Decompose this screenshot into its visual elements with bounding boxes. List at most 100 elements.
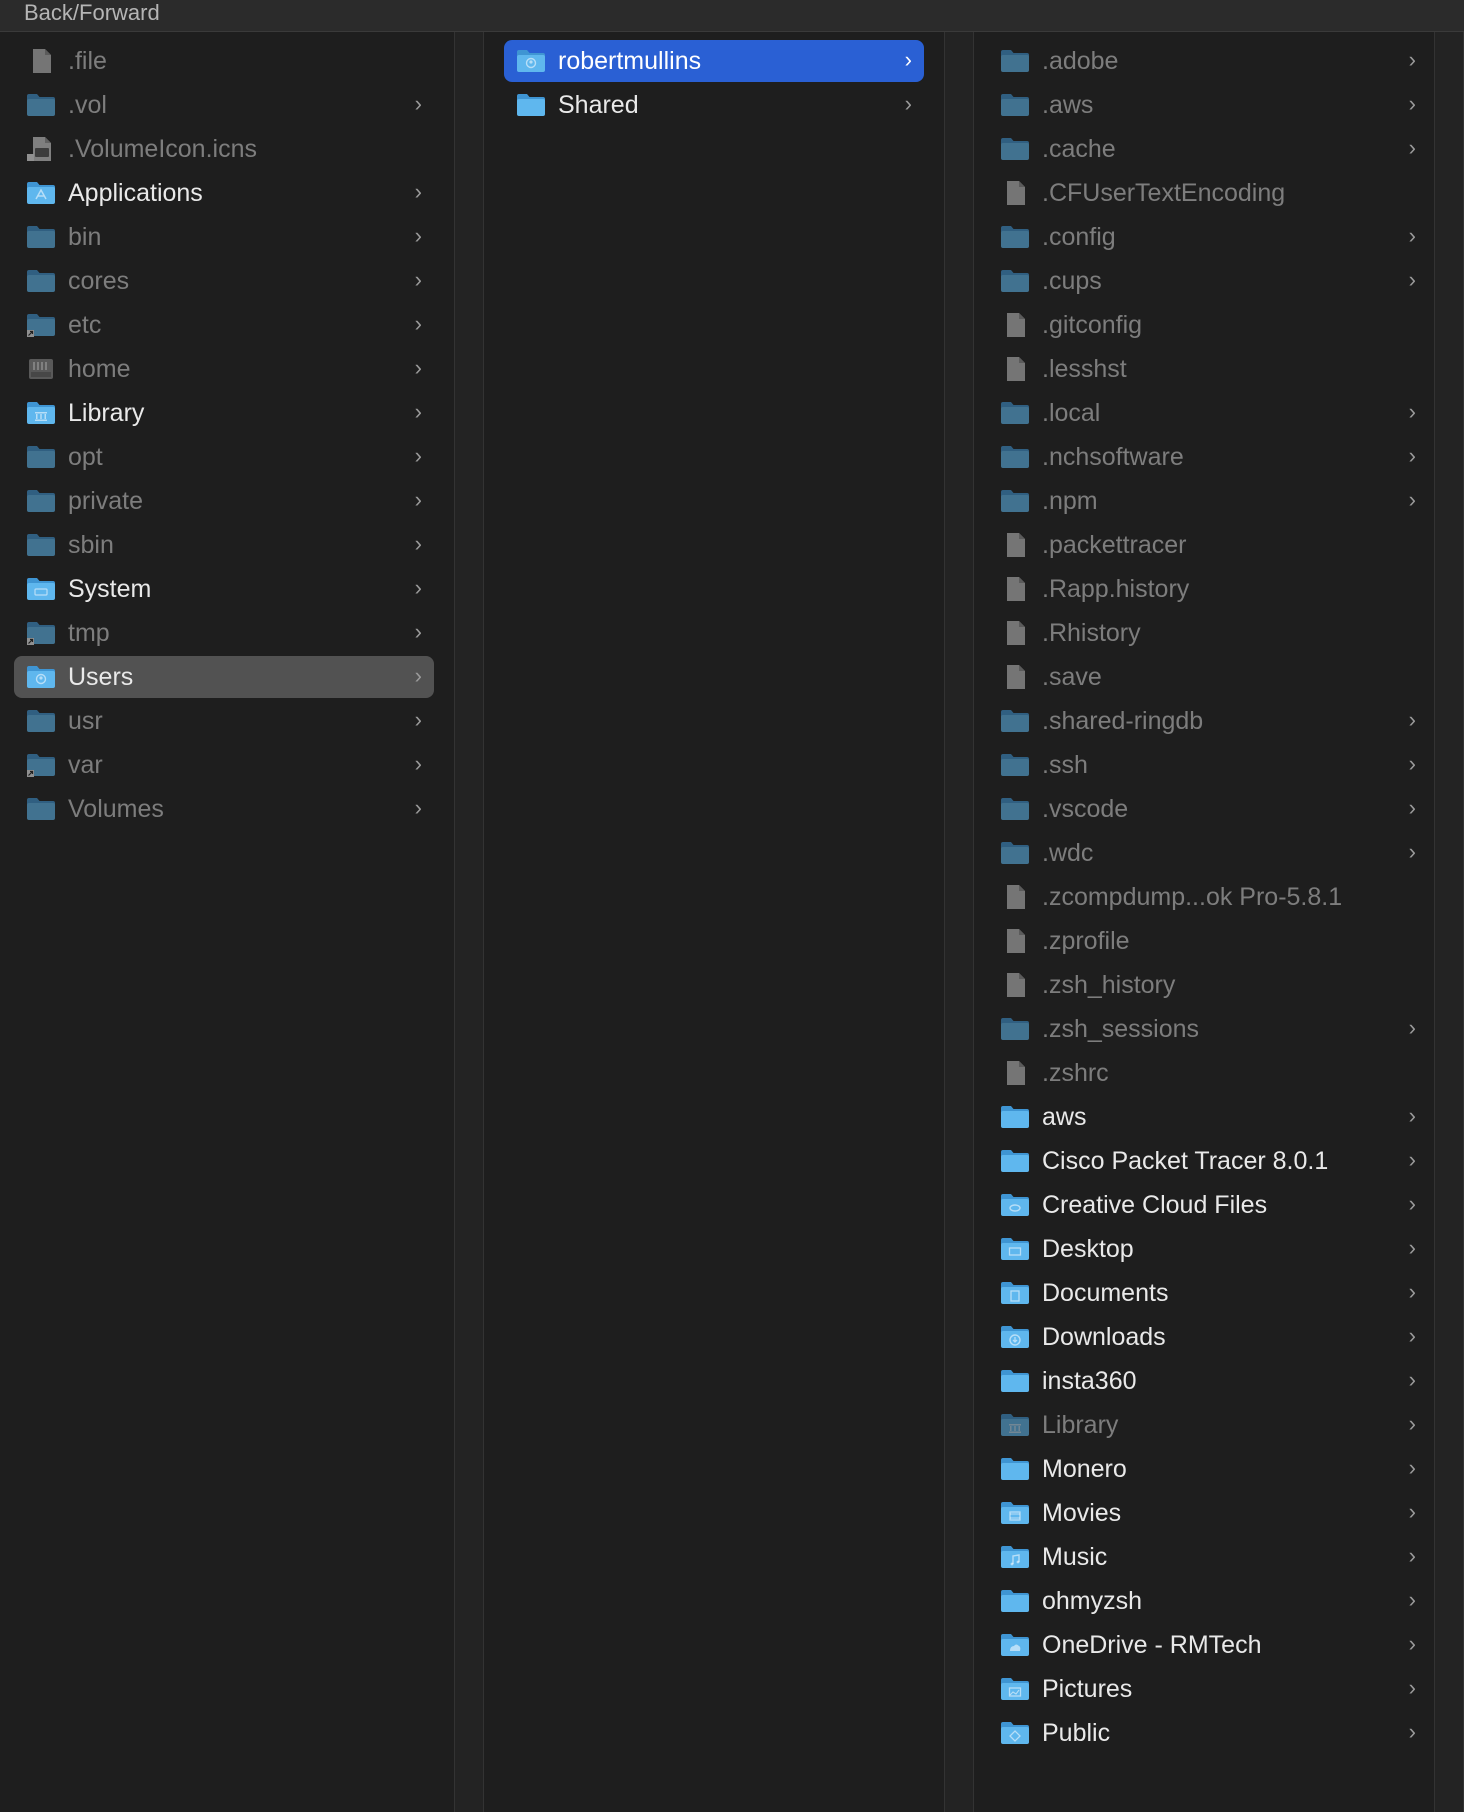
document-icon	[1000, 621, 1030, 645]
list-item-save[interactable]: .save	[988, 656, 1428, 698]
chevron-right-icon: ›	[1408, 1543, 1416, 1568]
public-folder-icon	[1000, 1721, 1030, 1745]
item-label: tmp	[68, 619, 110, 647]
folder-icon	[1000, 225, 1030, 249]
list-item-zsh-sessions[interactable]: .zsh_sessions ›	[988, 1008, 1428, 1050]
list-item-desktop[interactable]: Desktop ›	[988, 1228, 1428, 1270]
list-item-creative-cloud-files[interactable]: Creative Cloud Files ›	[988, 1184, 1428, 1226]
list-item-zcompdump-ok-pro-5-8-1[interactable]: .zcompdump...ok Pro-5.8.1	[988, 876, 1428, 918]
list-item-downloads[interactable]: Downloads ›	[988, 1316, 1428, 1358]
chevron-right-icon: ›	[1408, 47, 1416, 72]
item-label: Library	[1042, 1411, 1119, 1439]
chevron-right-icon: ›	[1408, 399, 1416, 424]
list-item-file[interactable]: .file	[14, 40, 434, 82]
list-item-ohmyzsh[interactable]: ohmyzsh ›	[988, 1580, 1428, 1622]
item-label: usr	[68, 707, 103, 735]
list-item-etc[interactable]: etc ›	[14, 304, 434, 346]
list-item-sbin[interactable]: sbin ›	[14, 524, 434, 566]
item-label: etc	[68, 311, 102, 339]
users-folder-icon	[26, 665, 56, 689]
list-item-lesshst[interactable]: .lesshst	[988, 348, 1428, 390]
list-item-nchsoftware[interactable]: .nchsoftware ›	[988, 436, 1428, 478]
list-item-cisco-packet-tracer-8-0-1[interactable]: Cisco Packet Tracer 8.0.1 ›	[988, 1140, 1428, 1182]
list-item-bin[interactable]: bin ›	[14, 216, 434, 258]
list-item-documents[interactable]: Documents ›	[988, 1272, 1428, 1314]
toolbar: Back/Forward	[0, 0, 1464, 32]
list-item-robertmullins[interactable]: robertmullins ›	[504, 40, 924, 82]
chevron-right-icon: ›	[1408, 751, 1416, 776]
list-item-pictures[interactable]: Pictures ›	[988, 1668, 1428, 1710]
list-item-zsh-history[interactable]: .zsh_history	[988, 964, 1428, 1006]
item-label: Volumes	[68, 795, 164, 823]
list-item-cups[interactable]: .cups ›	[988, 260, 1428, 302]
chevron-right-icon: ›	[1408, 1279, 1416, 1304]
chevron-right-icon: ›	[414, 619, 422, 644]
list-item-music[interactable]: Music ›	[988, 1536, 1428, 1578]
list-item-rhistory[interactable]: .Rhistory	[988, 612, 1428, 654]
list-item-local[interactable]: .local ›	[988, 392, 1428, 434]
list-item-shared[interactable]: Shared ›	[504, 84, 924, 126]
folder-icon	[26, 269, 56, 293]
list-item-wdc[interactable]: .wdc ›	[988, 832, 1428, 874]
back-forward-label[interactable]: Back/Forward	[24, 0, 160, 26]
list-item-volumes[interactable]: Volumes ›	[14, 788, 434, 830]
list-item-var[interactable]: var ›	[14, 744, 434, 786]
list-item-vscode[interactable]: .vscode ›	[988, 788, 1428, 830]
list-item-packettracer[interactable]: .packettracer	[988, 524, 1428, 566]
system-folder-icon	[26, 577, 56, 601]
list-item-tmp[interactable]: tmp ›	[14, 612, 434, 654]
list-item-zprofile[interactable]: .zprofile	[988, 920, 1428, 962]
list-item-movies[interactable]: Movies ›	[988, 1492, 1428, 1534]
list-item-system[interactable]: System ›	[14, 568, 434, 610]
list-item-rapp-history[interactable]: .Rapp.history	[988, 568, 1428, 610]
column-resize-handle[interactable]	[944, 32, 974, 1812]
list-item-cores[interactable]: cores ›	[14, 260, 434, 302]
chevron-right-icon: ›	[1408, 1367, 1416, 1392]
folder-icon	[26, 797, 56, 821]
document-icon	[1000, 1061, 1030, 1085]
list-item-adobe[interactable]: .adobe ›	[988, 40, 1428, 82]
list-item-config[interactable]: .config ›	[988, 216, 1428, 258]
column-resize-handle[interactable]	[1434, 32, 1464, 1812]
list-item-onedrive-rmtech[interactable]: OneDrive - RMTech ›	[988, 1624, 1428, 1666]
list-item-insta360[interactable]: insta360 ›	[988, 1360, 1428, 1402]
list-item-opt[interactable]: opt ›	[14, 436, 434, 478]
list-item-cfusertextencoding[interactable]: .CFUserTextEncoding	[988, 172, 1428, 214]
list-item-vol[interactable]: .vol ›	[14, 84, 434, 126]
item-label: cores	[68, 267, 130, 295]
network-server-icon	[26, 357, 56, 381]
list-item-zshrc[interactable]: .zshrc	[988, 1052, 1428, 1094]
document-icon	[1000, 181, 1030, 205]
folder-icon	[1000, 269, 1030, 293]
list-item-applications[interactable]: Applications ›	[14, 172, 434, 214]
list-item-usr[interactable]: usr ›	[14, 700, 434, 742]
list-item-volumeicon-icns[interactable]: .VolumeIcon.icns	[14, 128, 434, 170]
column-root: .file .vol › .VolumeIcon.icns Application…	[0, 32, 454, 1812]
list-item-library[interactable]: Library ›	[14, 392, 434, 434]
list-item-monero[interactable]: Monero ›	[988, 1448, 1428, 1490]
list-item-gitconfig[interactable]: .gitconfig	[988, 304, 1428, 346]
list-item-users[interactable]: Users ›	[14, 656, 434, 698]
list-item-shared-ringdb[interactable]: .shared-ringdb ›	[988, 700, 1428, 742]
item-label: .zprofile	[1042, 927, 1130, 955]
document-icon	[26, 49, 56, 73]
list-item-cache[interactable]: .cache ›	[988, 128, 1428, 170]
item-label: .cups	[1042, 267, 1102, 295]
list-item-home[interactable]: home ›	[14, 348, 434, 390]
folder-icon	[1000, 1369, 1030, 1393]
chevron-right-icon: ›	[1408, 795, 1416, 820]
chevron-right-icon: ›	[1408, 1147, 1416, 1172]
list-item-public[interactable]: Public ›	[988, 1712, 1428, 1754]
column-resize-handle[interactable]	[454, 32, 484, 1812]
list-item-ssh[interactable]: .ssh ›	[988, 744, 1428, 786]
item-label: .wdc	[1042, 839, 1094, 867]
item-label: aws	[1042, 1103, 1087, 1131]
list-item-npm[interactable]: .npm ›	[988, 480, 1428, 522]
list-item-library[interactable]: Library ›	[988, 1404, 1428, 1446]
list-item-private[interactable]: private ›	[14, 480, 434, 522]
list-item-aws[interactable]: .aws ›	[988, 84, 1428, 126]
item-label: Monero	[1042, 1455, 1127, 1483]
list-item-aws[interactable]: aws ›	[988, 1096, 1428, 1138]
chevron-right-icon: ›	[1408, 1631, 1416, 1656]
apps-folder-icon	[26, 181, 56, 205]
